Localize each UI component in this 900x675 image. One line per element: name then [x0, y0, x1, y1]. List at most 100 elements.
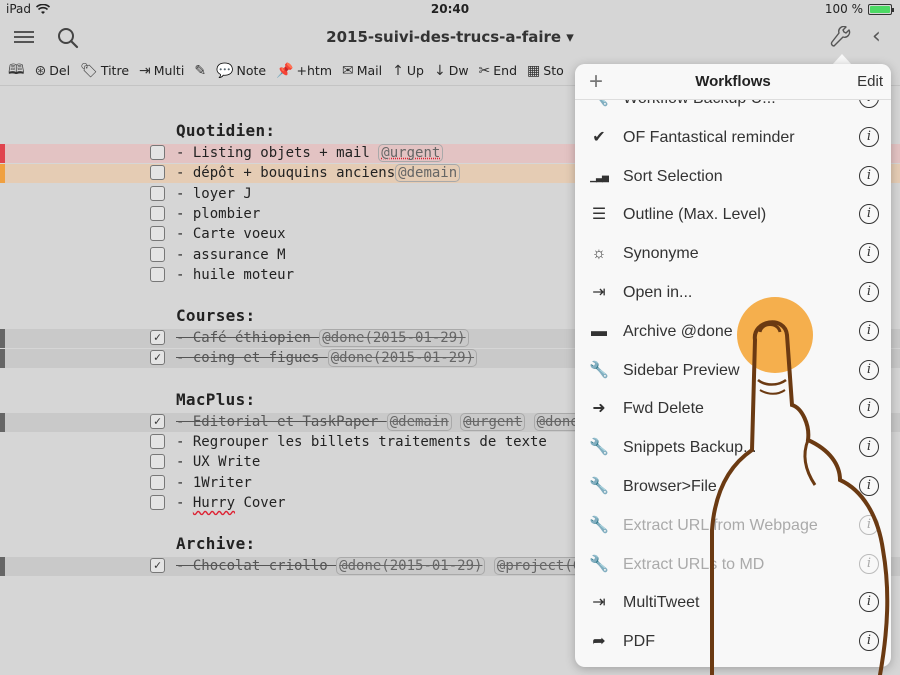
- workflow-item[interactable]: ➦ PDF i: [575, 623, 891, 661]
- info-icon[interactable]: i: [859, 553, 879, 574]
- workflow-label: MultiTweet: [623, 594, 700, 612]
- workflow-item[interactable]: ☼ Synonyme i: [575, 235, 891, 273]
- task-checkbox[interactable]: [150, 165, 165, 181]
- task-tag[interactable]: @done(2015-01-29): [319, 329, 469, 348]
- workflow-item[interactable]: 🔧 Snippets Backup... i: [575, 429, 891, 467]
- project-heading[interactable]: MacPlus:: [176, 390, 255, 409]
- workflow-item[interactable]: 🔧 Browser>File i: [575, 468, 891, 506]
- task-checkbox[interactable]: [150, 226, 165, 242]
- info-icon[interactable]: i: [859, 514, 879, 535]
- workflow-item[interactable]: ✔ OF Fantastical reminder i: [575, 119, 891, 157]
- info-icon[interactable]: i: [859, 359, 879, 380]
- book-icon: 🕮: [8, 61, 25, 78]
- project-heading[interactable]: Courses:: [176, 306, 255, 325]
- task-label: - Hurry Cover: [176, 494, 286, 511]
- toolbar-label: Del: [49, 63, 71, 78]
- task-checkbox[interactable]: ✓: [150, 413, 165, 429]
- info-icon[interactable]: i: [859, 165, 879, 186]
- toolbar-label: Titre: [100, 63, 130, 78]
- tag-icon: 🏷: [80, 62, 98, 79]
- open-in-icon: ⇥: [592, 284, 606, 301]
- workflow-label: Open in...: [623, 284, 693, 301]
- toolbar-button-dw[interactable]: ↓ Dw: [434, 63, 469, 79]
- toolbar-button-multi[interactable]: ⇥ Multi: [139, 63, 184, 79]
- toolbar-label: +htm: [296, 63, 332, 78]
- wrench-icon: 🔧: [589, 555, 609, 573]
- toolbar-button-up[interactable]: ↑ Up: [392, 63, 424, 79]
- toolbar-button-end[interactable]: ✂ End: [479, 63, 518, 79]
- workflow-item[interactable]: ▬ Archive @done i: [575, 313, 891, 351]
- task-checkbox[interactable]: [150, 145, 165, 160]
- workflow-item[interactable]: 🔧 Extract URL from Webpage i: [575, 507, 891, 545]
- workflow-item[interactable]: ➜ Fwd Delete i: [575, 390, 891, 428]
- toolbar-button-del[interactable]: ⊛ Del: [35, 63, 71, 79]
- task-checkbox[interactable]: ✓: [150, 558, 165, 574]
- task-tag[interactable]: @urgent: [378, 144, 444, 162]
- task-text: - assurance M: [176, 247, 286, 264]
- workflow-item[interactable]: ▁▃▅ Sort Selection i: [575, 158, 891, 196]
- info-icon[interactable]: i: [859, 437, 879, 458]
- task-tag[interactable]: @done(2015-01-29): [336, 557, 486, 576]
- workflow-item[interactable]: 🔧 Sidebar Preview i: [575, 352, 891, 390]
- toolbar-button-edit[interactable]: ✎: [194, 63, 206, 79]
- task-label: - Chocolat criollo: [176, 558, 337, 575]
- wrench-icon[interactable]: [830, 26, 854, 50]
- priority-bar: [0, 329, 5, 349]
- task-tag[interactable]: @done(2015-01-29): [327, 349, 478, 368]
- mail-icon: ✉: [342, 62, 354, 79]
- battery-icon: [868, 3, 894, 15]
- info-icon[interactable]: i: [859, 243, 879, 264]
- info-icon[interactable]: i: [859, 398, 879, 419]
- priority-bar: [0, 164, 5, 184]
- task-tag[interactable]: @demain: [395, 164, 461, 183]
- scissors-icon: ✂: [478, 62, 491, 79]
- task-checkbox[interactable]: ✓: [150, 350, 165, 366]
- task-text: - Hurry Cover: [176, 495, 286, 512]
- project-heading[interactable]: Quotidien:: [176, 121, 275, 140]
- toolbar-label: Note: [236, 63, 267, 78]
- task-checkbox[interactable]: [150, 434, 165, 449]
- workflow-item[interactable]: ☰ Outline (Max. Level) i: [575, 196, 891, 234]
- info-icon[interactable]: i: [859, 282, 879, 302]
- workflow-label: PDF: [623, 633, 655, 651]
- info-icon[interactable]: i: [859, 320, 879, 341]
- info-icon[interactable]: i: [859, 204, 879, 225]
- workflow-label: Extract URLs to MD: [623, 555, 765, 573]
- task-checkbox[interactable]: [150, 494, 165, 510]
- info-icon[interactable]: i: [859, 631, 879, 652]
- workflow-item[interactable]: ⇥ MultiTweet i: [575, 584, 891, 622]
- info-icon[interactable]: i: [859, 476, 879, 496]
- task-checkbox[interactable]: [150, 454, 165, 470]
- toolbar-button-titre[interactable]: 🏷 Titre: [80, 63, 129, 79]
- toolbar-button-note[interactable]: 💬 Note: [216, 63, 266, 79]
- workflow-item[interactable]: 🔧 Extract URLs to MD i: [575, 546, 891, 584]
- task-checkbox[interactable]: ✓: [150, 330, 165, 346]
- document-title[interactable]: 2015-suivi-des-trucs-a-faire ▾: [0, 28, 900, 46]
- register-icon: ▦: [527, 62, 541, 79]
- workflow-item[interactable]: ⇥ Open in... i: [575, 274, 891, 312]
- toolbar-button-mail[interactable]: ✉ Mail: [342, 63, 382, 79]
- speech-icon: 💬: [216, 62, 234, 79]
- toolbar-button-book[interactable]: 🕮: [8, 59, 25, 83]
- task-label: - Café éthiopien: [176, 330, 320, 347]
- task-checkbox[interactable]: [150, 474, 165, 490]
- task-checkbox[interactable]: [150, 205, 165, 221]
- chevron-left-icon[interactable]: ‹: [872, 26, 892, 50]
- task-label: - Editorial et TaskPaper: [176, 413, 387, 430]
- task-tag[interactable]: @urgent: [460, 412, 526, 431]
- export-icon: ⇥: [592, 594, 606, 612]
- task-checkbox[interactable]: [150, 246, 165, 262]
- toolbar-button-sto[interactable]: ▦ Sto: [527, 63, 564, 79]
- info-icon[interactable]: i: [859, 126, 879, 147]
- task-label: - dépôt + bouquins anciens: [176, 165, 396, 182]
- edit-button[interactable]: Edit: [857, 73, 883, 90]
- project-heading[interactable]: Archive:: [176, 534, 255, 553]
- task-tag[interactable]: @demain: [386, 412, 452, 431]
- task-checkbox[interactable]: [150, 185, 165, 201]
- toolbar-button-htm[interactable]: 📌 +htm: [276, 63, 332, 79]
- workflow-label: Sort Selection: [623, 167, 723, 185]
- arrow-up-icon: ↑: [392, 62, 404, 79]
- workflow-label: Extract URL from Webpage: [623, 516, 818, 534]
- info-icon[interactable]: i: [859, 592, 879, 613]
- task-checkbox[interactable]: [150, 266, 165, 282]
